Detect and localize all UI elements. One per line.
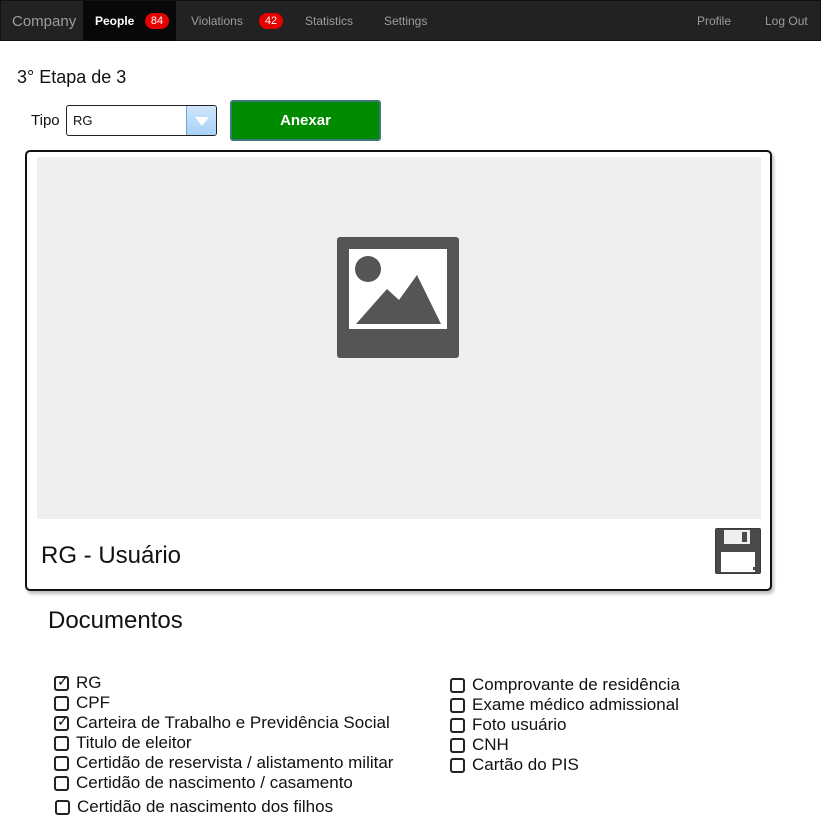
nav-violations[interactable]: Violations 42 (176, 1, 286, 41)
nav-logout[interactable]: Log Out (765, 1, 808, 41)
checkbox-titulo-eleitor[interactable] (54, 735, 69, 751)
document-label: Foto usuário (472, 715, 567, 734)
document-label: Carteira de Trabalho e Previdência Socia… (76, 713, 390, 732)
document-label: Comprovante de residência (472, 675, 680, 694)
checkbox-certidao-filhos[interactable] (55, 799, 70, 815)
people-count-badge: 84 (145, 13, 169, 29)
document-item-exame-medico[interactable]: Exame médico admissional (450, 695, 680, 715)
checkbox-foto-usuario[interactable] (450, 717, 465, 733)
attach-button[interactable]: Anexar (230, 100, 381, 141)
image-preview-area (37, 157, 761, 519)
document-label: Certidão de nascimento dos filhos (77, 797, 334, 816)
document-label: CPF (76, 693, 110, 712)
nav-profile[interactable]: Profile (697, 1, 731, 41)
document-item-cartao-pis[interactable]: Cartão do PIS (450, 755, 680, 775)
chevron-down-icon[interactable] (186, 106, 216, 135)
document-item-reservista[interactable]: Certidão de reservista / alistamento mil… (54, 753, 393, 773)
checkbox-certidao-nascimento[interactable] (54, 775, 69, 791)
document-item-certidao-nascimento[interactable]: Certidão de nascimento / casamento (54, 773, 393, 793)
checkbox-cnh[interactable] (450, 737, 465, 753)
documents-title: Documentos (48, 607, 183, 634)
nav-violations-label: Violations (191, 14, 243, 28)
document-label: CNH (472, 735, 509, 754)
document-label: Titulo de eleitor (76, 733, 192, 752)
checkbox-rg[interactable] (54, 674, 69, 691)
documents-list-right: Comprovante de residência Exame médico a… (450, 675, 680, 775)
checkbox-cpf[interactable] (54, 695, 69, 711)
document-label: Certidão de reservista / alistamento mil… (76, 753, 394, 772)
tipo-label: Tipo (31, 112, 60, 129)
document-item-certidao-filhos[interactable]: Certidão de nascimento dos filhos (55, 797, 333, 817)
nav-people-label: People (95, 14, 135, 28)
checkbox-cartao-pis[interactable] (450, 757, 465, 773)
checkbox-ctps[interactable] (54, 714, 69, 731)
document-caption: RG - Usuário (41, 542, 182, 569)
checkbox-exame-medico[interactable] (450, 697, 465, 713)
document-label: RG (76, 673, 102, 692)
checkbox-comprovante-residencia[interactable] (450, 677, 465, 693)
checkbox-reservista[interactable] (54, 755, 69, 771)
document-label: Certidão de nascimento / casamento (76, 773, 353, 792)
image-placeholder-icon (337, 237, 459, 358)
document-item-titulo-eleitor[interactable]: Titulo de eleitor (54, 733, 393, 753)
document-item-comprovante-residencia[interactable]: Comprovante de residência (450, 675, 680, 695)
documents-list-left: RG CPF Carteira de Trabalho e Previdênci… (54, 673, 393, 793)
document-item-rg[interactable]: RG (54, 673, 393, 693)
nav-statistics[interactable]: Statistics (305, 1, 353, 41)
document-item-cpf[interactable]: CPF (54, 693, 393, 713)
nav-settings[interactable]: Settings (384, 1, 427, 41)
document-label: Exame médico admissional (472, 695, 679, 714)
brand-name[interactable]: Company (12, 13, 76, 30)
step-title: 3° Etapa de 3 (17, 67, 127, 87)
document-item-cnh[interactable]: CNH (450, 735, 680, 755)
top-navbar: Company People 84 Violations 42 Statisti… (0, 0, 821, 41)
document-preview-card: RG - Usuário (25, 150, 772, 591)
nav-people[interactable]: People 84 (83, 1, 176, 41)
violations-count-badge: 42 (259, 13, 283, 29)
document-item-ctps[interactable]: Carteira de Trabalho e Previdência Socia… (54, 713, 393, 733)
floppy-disk-icon[interactable] (715, 528, 761, 574)
tipo-select-value: RG (73, 113, 93, 128)
document-item-foto-usuario[interactable]: Foto usuário (450, 715, 680, 735)
tipo-select[interactable]: RG (66, 105, 217, 136)
document-label: Cartão do PIS (472, 755, 579, 774)
